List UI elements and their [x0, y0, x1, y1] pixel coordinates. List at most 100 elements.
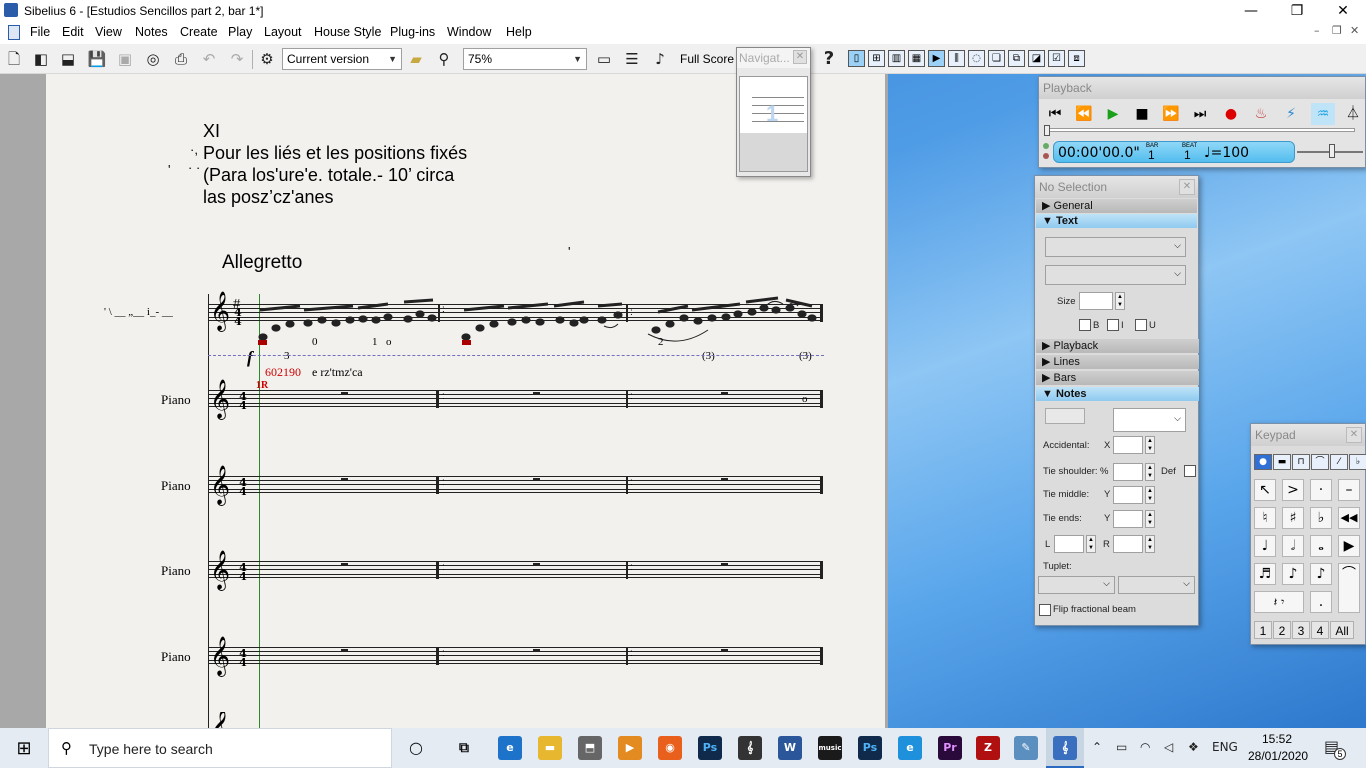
keypad-tab-articulations[interactable]: ⌒	[1311, 454, 1329, 470]
text-style-select[interactable]: ⌵	[1045, 237, 1186, 257]
section-playback[interactable]: ▶ Playback	[1036, 339, 1199, 353]
hide-all-toggle-icon[interactable]: ☑	[1048, 50, 1065, 67]
keypad-key-dot[interactable]: .	[1310, 591, 1332, 613]
dynamic-marking[interactable]: f	[247, 348, 253, 368]
keypad-toggle-icon[interactable]: ⊞	[868, 50, 885, 67]
bold-checkbox[interactable]	[1079, 319, 1091, 331]
whole-rest[interactable]	[533, 563, 540, 566]
section-notes[interactable]: ▼ Notes	[1036, 387, 1199, 401]
fretboard-toggle-icon[interactable]: ▦	[908, 50, 925, 67]
keypad-key-select[interactable]: ↖	[1254, 479, 1276, 501]
rewind-to-start-icon[interactable]: ⏮	[1043, 103, 1067, 125]
close-icon[interactable]: ✕	[1179, 179, 1195, 195]
menu-play[interactable]: Play	[228, 25, 252, 39]
save-all-icon[interactable]: ▣	[114, 49, 136, 69]
navigator-view-box[interactable]	[740, 133, 807, 171]
r-spinner[interactable]: ▲ ▼	[1145, 535, 1155, 553]
staff-label-piano-3[interactable]: Piano	[161, 563, 191, 579]
staff-piano-2[interactable]: 𝄞 44 : :	[208, 468, 824, 508]
playback-window[interactable]: Playback ⏮ ⏪ ▶ ■ ⏩ ⏭ ● ♨ ⚡ ♒ ⏃ 00:00'00.…	[1038, 76, 1366, 168]
underline-checkbox[interactable]	[1135, 319, 1147, 331]
section-bars[interactable]: ▶ Bars	[1036, 371, 1199, 385]
app-icon[interactable]: ⬒	[578, 736, 602, 760]
close-button[interactable]: ✕	[1320, 0, 1366, 22]
internet-explorer-icon[interactable]: e	[898, 736, 922, 760]
font-select[interactable]: ⌵	[1045, 265, 1186, 285]
keypad-key-tenuto[interactable]: –	[1338, 479, 1360, 501]
mdi-close-button[interactable]: ✕	[1350, 24, 1359, 37]
keypad-tab-accidentals[interactable]: ♭	[1349, 454, 1366, 470]
panorama-icon[interactable]: ▭	[593, 49, 615, 69]
clock-time[interactable]: 15:52	[1262, 732, 1292, 746]
whole-rest[interactable]	[721, 649, 728, 652]
tuplet-select-2[interactable]: ⌵	[1118, 576, 1195, 594]
keypad-key-staccato[interactable]: ·	[1310, 479, 1332, 501]
score-view-select[interactable]: Full Score	[680, 52, 734, 66]
close-icon[interactable]: ✕	[793, 50, 807, 64]
minimize-button[interactable]: —	[1228, 0, 1274, 22]
playback-toggle-icon[interactable]: ▶	[928, 50, 945, 67]
keypad-layout-4[interactable]: 4	[1311, 621, 1329, 639]
taskbar-search[interactable]: ⚲ Type here to search	[48, 728, 392, 768]
sibelius-taskbar-button[interactable]: 𝄞	[1046, 728, 1084, 768]
flip-fractional-beam-checkbox[interactable]	[1039, 604, 1051, 616]
show-hidden-icons[interactable]: ⌃	[1092, 740, 1102, 754]
whole-rest[interactable]	[341, 649, 348, 652]
keypad-key-flat[interactable]: ♭	[1310, 507, 1332, 529]
close-icon[interactable]: ✕	[1346, 427, 1362, 443]
keyboard-toggle-icon[interactable]: ▥	[888, 50, 905, 67]
layout-toggle-icon[interactable]: ⧈	[1068, 50, 1085, 67]
keypad-key-back[interactable]: ◀◀	[1338, 507, 1360, 529]
technique-text-red[interactable]: 602190	[265, 365, 301, 380]
whole-rest[interactable]	[533, 392, 540, 395]
keypad-tab-more-notes[interactable]: ▬	[1273, 454, 1291, 470]
menu-plug-ins[interactable]: Plug-ins	[390, 25, 435, 39]
menu-file[interactable]: File	[30, 25, 50, 39]
record-icon[interactable]: ●	[1219, 103, 1243, 125]
staff-label-piano-4[interactable]: Piano	[161, 649, 191, 665]
app-icon[interactable]: 𝄞	[738, 736, 762, 760]
keypad-key-whole[interactable]: 𝅝	[1310, 535, 1332, 557]
keypad-layout-2[interactable]: 2	[1273, 621, 1291, 639]
battery-icon[interactable]: ▭	[1116, 740, 1127, 754]
keypad-layout-all[interactable]: All	[1330, 621, 1354, 639]
staff-guitar[interactable]: 𝄞 # 44 : :	[208, 294, 824, 345]
rewind-icon[interactable]: ⏪	[1072, 103, 1096, 125]
media-player-icon[interactable]: ▶	[618, 736, 642, 760]
tempo-marking[interactable]: Allegretto	[222, 252, 302, 274]
tie-ends-field[interactable]	[1113, 510, 1143, 528]
staff-label-piano-1[interactable]: Piano	[161, 392, 191, 408]
play-icon[interactable]: ▶	[1101, 103, 1125, 125]
notehead-select[interactable]: ⌵	[1113, 408, 1186, 432]
technique-text[interactable]: e rz'tmz'ca	[312, 365, 363, 380]
keypad-key-natural[interactable]: ♮	[1254, 507, 1276, 529]
windows-start-icon[interactable]: ⊞	[0, 728, 48, 768]
mdi-restore-button[interactable]: ❐	[1332, 24, 1342, 37]
keypad-key-tie[interactable]: ⌒	[1338, 563, 1360, 613]
navigator-window[interactable]: Navigat... ✕ 1	[736, 47, 811, 177]
print-icon[interactable]: ⎙	[170, 49, 192, 69]
accidental-x-spinner[interactable]: ▲ ▼	[1145, 436, 1155, 454]
l-field[interactable]	[1054, 535, 1084, 553]
redo-icon[interactable]: ↷	[226, 49, 248, 69]
undo-icon[interactable]: ↶	[198, 49, 220, 69]
keypad-key-sixteenth[interactable]: ♬	[1254, 563, 1276, 585]
tie-middle-spinner[interactable]: ▲ ▼	[1145, 486, 1155, 504]
keypad-window[interactable]: Keypad ✕ ● ▬ ⊓ ⌒ ⁄ ♭ ↖ > · – ♮ ♯ ♭ ◀◀ ♩ 𝅗…	[1250, 423, 1366, 645]
keypad-key-half[interactable]: 𝅗𝅥	[1282, 535, 1304, 557]
parts-toggle-icon[interactable]: ⧉	[1008, 50, 1025, 67]
size-spinner[interactable]: ▲ ▼	[1115, 292, 1125, 310]
sibelius-app-icon[interactable]	[4, 3, 18, 17]
staff-label-guitar[interactable]: ' \ __ „__ i_- __	[104, 306, 173, 318]
transposing-score-icon[interactable]: ♪	[649, 49, 671, 69]
menu-edit[interactable]: Edit	[62, 25, 84, 39]
file-explorer-icon[interactable]: ▬	[538, 736, 562, 760]
forward-to-end-icon[interactable]: ⏭	[1188, 103, 1212, 125]
italic-checkbox[interactable]	[1107, 319, 1119, 331]
tie-ends-spinner[interactable]: ▲ ▼	[1145, 510, 1155, 528]
whole-rest[interactable]	[533, 649, 540, 652]
menu-view[interactable]: View	[95, 25, 122, 39]
amazon-music-icon[interactable]: music	[818, 736, 842, 760]
keypad-key-sharp[interactable]: ♯	[1282, 507, 1304, 529]
menu-create[interactable]: Create	[180, 25, 218, 39]
